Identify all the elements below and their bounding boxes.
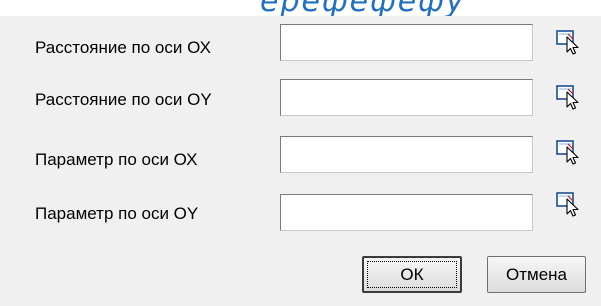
label-distance-oy: Расстояние по оси ОY	[35, 90, 212, 109]
pick-distance-oy-button[interactable]	[556, 84, 582, 110]
pick-parameter-ox-button[interactable]	[556, 139, 582, 165]
label-parameter-ox: Параметр по оси ОХ	[35, 150, 198, 169]
label-parameter-oy: Параметр по оси ОY	[35, 204, 199, 223]
parameter-oy-input[interactable]	[280, 194, 533, 231]
pick-parameter-oy-button[interactable]	[556, 191, 582, 217]
pick-from-drawing-icon	[556, 140, 579, 165]
label-distance-ox: Расстояние по оси ОХ	[35, 38, 211, 57]
cancel-button[interactable]: Отмена	[487, 256, 586, 293]
pick-distance-ox-button[interactable]	[556, 29, 582, 55]
background-heading-strip: ерефефефу	[0, 0, 601, 16]
dialog: ерефефефу Расстояние по оси ОХ Расстояни…	[0, 0, 601, 306]
pick-from-drawing-icon	[556, 85, 579, 110]
distance-oy-input[interactable]	[280, 79, 533, 116]
ok-button-label: ОК	[400, 265, 424, 284]
pick-from-drawing-icon	[556, 192, 579, 217]
parameter-ox-input[interactable]	[280, 136, 533, 173]
ok-button[interactable]: ОК	[362, 256, 462, 293]
distance-ox-input[interactable]	[280, 24, 533, 61]
pick-from-drawing-icon	[556, 30, 579, 55]
background-heading-fragment: ерефефефу	[260, 0, 466, 16]
